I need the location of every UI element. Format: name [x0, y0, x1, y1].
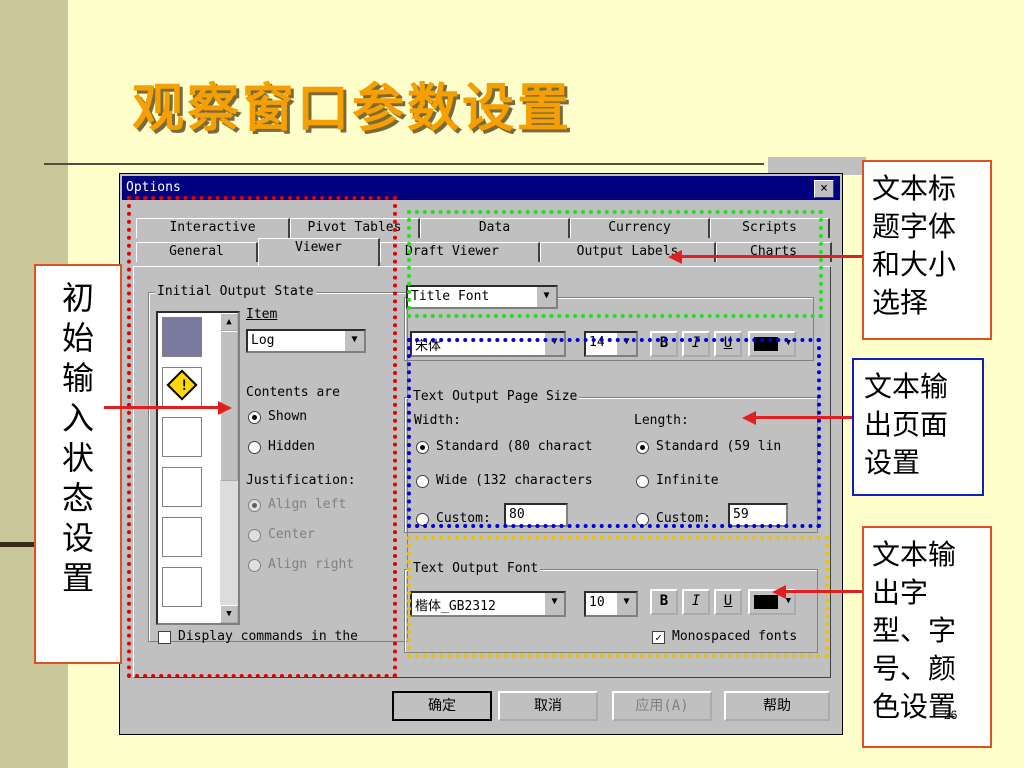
callout-title-font: 文本标题字体和大小选择: [862, 160, 992, 340]
page-number: 26: [944, 708, 958, 722]
highlight-title-font: [407, 210, 823, 318]
arrow-output-font: [786, 590, 862, 593]
callout-output-font: 文本输出字型、字号、颜色设置: [862, 526, 992, 748]
callout-initial-state-text: 初始输入状态设置: [61, 279, 94, 597]
callout-output-font-text: 文本输出字型、字号、颜色设置: [872, 538, 957, 723]
close-icon[interactable]: ×: [814, 180, 834, 198]
callout-page-size-text: 文本输出页面设置: [864, 370, 949, 479]
arrow-initial: [104, 406, 220, 409]
highlight-initial-state: [127, 196, 397, 678]
cancel-button[interactable]: 取消: [498, 691, 598, 721]
arrow-title-font: [680, 255, 862, 258]
dialog-title: Options: [126, 180, 181, 195]
callout-title-font-text: 文本标题字体和大小选择: [872, 172, 957, 319]
callout-page-size: 文本输出页面设置: [852, 358, 984, 496]
slide-title: 观察窗口参数设置: [132, 79, 573, 139]
arrowhead-initial: [218, 401, 232, 415]
help-button[interactable]: 帮助: [724, 691, 830, 721]
callout-initial-state: 初始输入状态设置: [34, 264, 122, 664]
arrowhead-title-font: [668, 250, 682, 264]
highlight-output-font: [407, 536, 829, 658]
arrow-page-size: [756, 416, 852, 419]
ok-button[interactable]: 确定: [392, 691, 492, 721]
title-divider: [44, 163, 764, 165]
highlight-page-size: [407, 338, 821, 528]
apply-button[interactable]: 应用(A): [612, 691, 712, 721]
arrowhead-page-size: [742, 411, 756, 425]
arrowhead-output-font: [772, 585, 786, 599]
